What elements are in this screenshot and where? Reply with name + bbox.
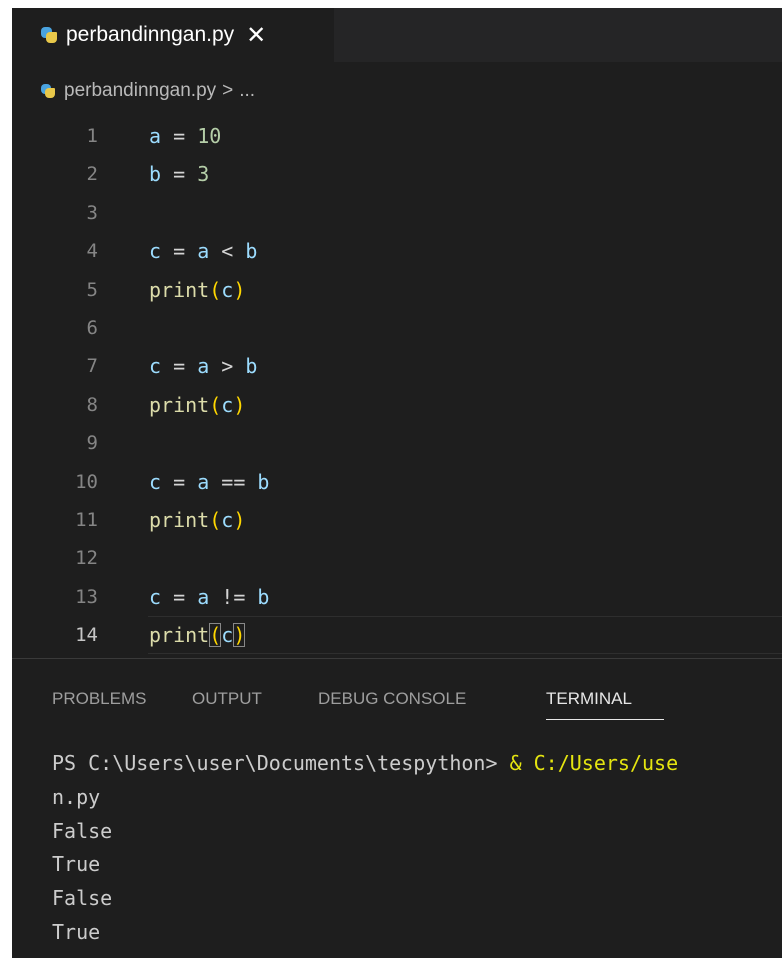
code-line[interactable]: 10 c = a == b [12,463,782,501]
line-content: a = 10 [149,124,222,148]
line-number: 2 [86,163,98,186]
line-number: 11 [75,508,98,531]
terminal-line: n.py [52,784,101,809]
line-number: 9 [86,432,98,455]
vscode-window: perbandinngan.py ✕ perbandinngan.py > ..… [12,8,782,958]
terminal-line: True [52,852,101,877]
bracket-match-open: ( [209,623,222,648]
tab-debug-console[interactable]: DEBUG CONSOLE [318,689,466,715]
line-content: c = a == b [149,469,270,494]
tab-label: perbandinngan.py [66,23,235,46]
line-number: 12 [75,547,98,570]
line-number: 14 [75,624,98,647]
terminal-output[interactable]: PS C:\Users\user\Documents\tespython> & … [52,747,782,950]
line-content: c = a > b [149,354,258,379]
code-line[interactable]: 4 c = a < b [12,232,782,270]
line-number: 3 [86,201,98,224]
close-icon[interactable]: ✕ [246,21,266,50]
bracket-match-close: ) [233,623,246,648]
line-number: 6 [86,316,98,339]
python-file-icon [40,26,58,44]
code-line[interactable]: 7 c = a > b [12,347,782,385]
terminal-line: False [52,818,113,843]
breadcrumb-more[interactable]: ... [239,80,255,102]
code-line[interactable]: 5 print(c) [12,271,782,309]
line-number: 4 [86,240,98,263]
terminal-prompt-line: PS C:\Users\user\Documents\tespython> & … [52,747,782,781]
line-content: c = a < b [149,239,258,264]
code-editor[interactable]: 1 a = 10 2 b = 3 3 4 c = a < b 5 print(c… [12,117,782,655]
line-content: print(c) [149,392,246,417]
tab-terminal[interactable]: TERMINAL [546,689,632,715]
line-number: 10 [75,470,98,493]
terminal-line: True [52,919,101,944]
line-number: 8 [86,393,98,416]
line-number: 1 [86,125,98,147]
code-line[interactable]: 6 [12,309,782,347]
line-content: b = 3 [149,162,210,187]
code-line[interactable]: 13 c = a != b [12,578,782,616]
breadcrumb-separator: > [222,80,234,101]
code-line-current[interactable]: 14 print(c) [12,616,782,655]
active-tab-underline [546,719,664,720]
terminal-line: False [52,886,113,911]
line-number: 5 [86,278,98,301]
line-content: print(c) [149,623,246,648]
line-number: 13 [75,585,98,608]
line-number: 7 [86,355,98,378]
editor-tab-perbandinngan[interactable]: perbandinngan.py ✕ [12,8,334,62]
line-content: print(c) [149,507,246,532]
line-content: c = a != b [149,584,270,609]
code-line[interactable]: 12 [12,539,782,577]
tab-problems[interactable]: PROBLEMS [52,689,146,715]
terminal-prompt: PS C:\Users\user\Documents\tespython> [52,751,510,775]
tab-output[interactable]: OUTPUT [192,689,262,715]
code-line[interactable]: 8 print(c) [12,386,782,424]
code-line[interactable]: 1 a = 10 [12,117,782,155]
code-line[interactable]: 3 [12,194,782,232]
bottom-panel: PROBLEMS OUTPUT DEBUG CONSOLE TERMINAL P… [12,658,782,958]
terminal-command: & C:/Users/use [509,751,679,775]
editor-tab-bar: perbandinngan.py ✕ [12,8,782,62]
breadcrumb: perbandinngan.py > ... [40,76,255,106]
python-file-icon [40,83,56,99]
breadcrumb-file[interactable]: perbandinngan.py [64,80,216,102]
code-line[interactable]: 9 [12,424,782,462]
code-line[interactable]: 11 print(c) [12,501,782,539]
line-content: print(c) [149,277,246,302]
code-line[interactable]: 2 b = 3 [12,155,782,193]
